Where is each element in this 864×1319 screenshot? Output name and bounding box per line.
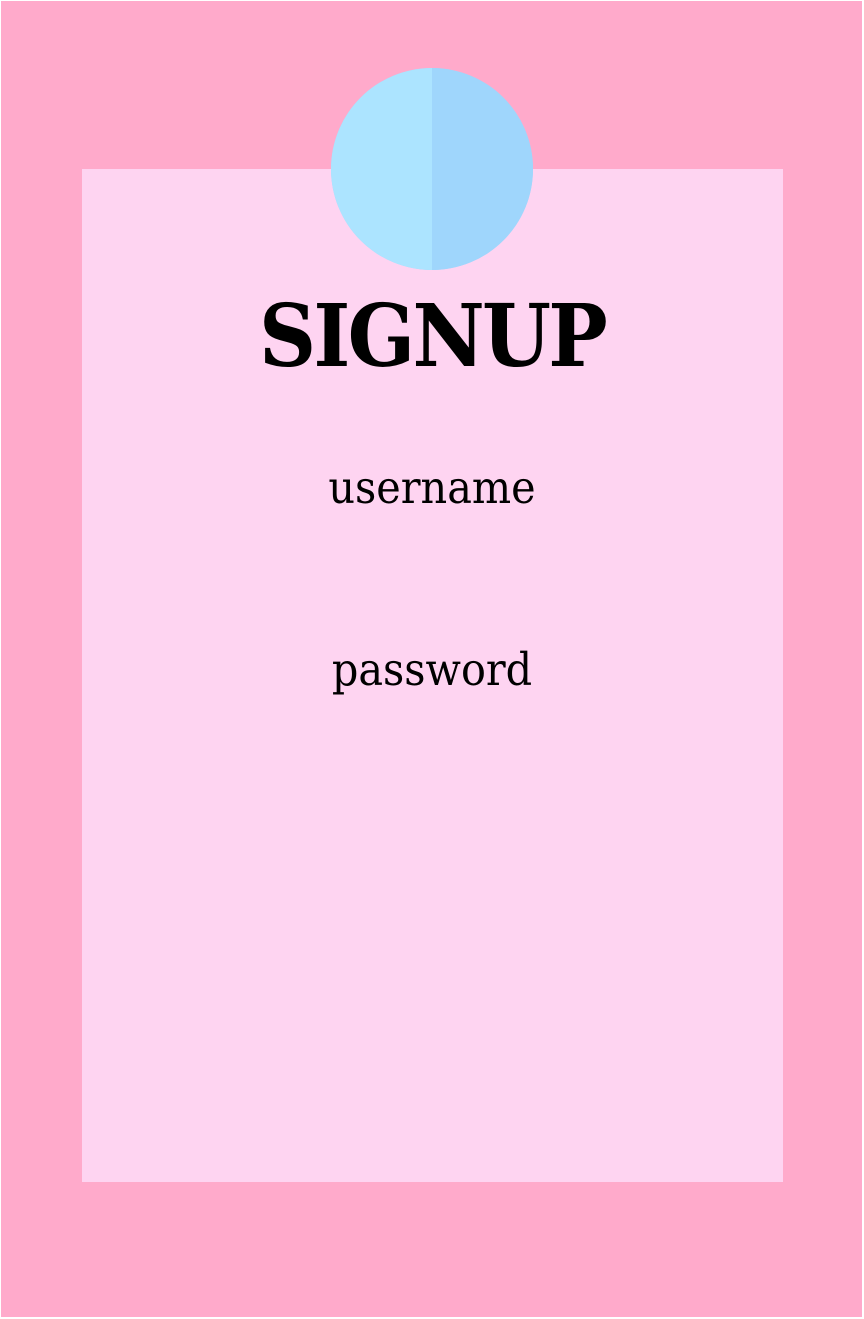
signup-title: SIGNUP [259, 286, 608, 387]
avatar-right-half [432, 68, 533, 270]
avatar-circle-icon [331, 68, 533, 270]
username-label: username [328, 461, 536, 514]
avatar-left-half [331, 68, 432, 270]
password-label: password [331, 643, 533, 696]
